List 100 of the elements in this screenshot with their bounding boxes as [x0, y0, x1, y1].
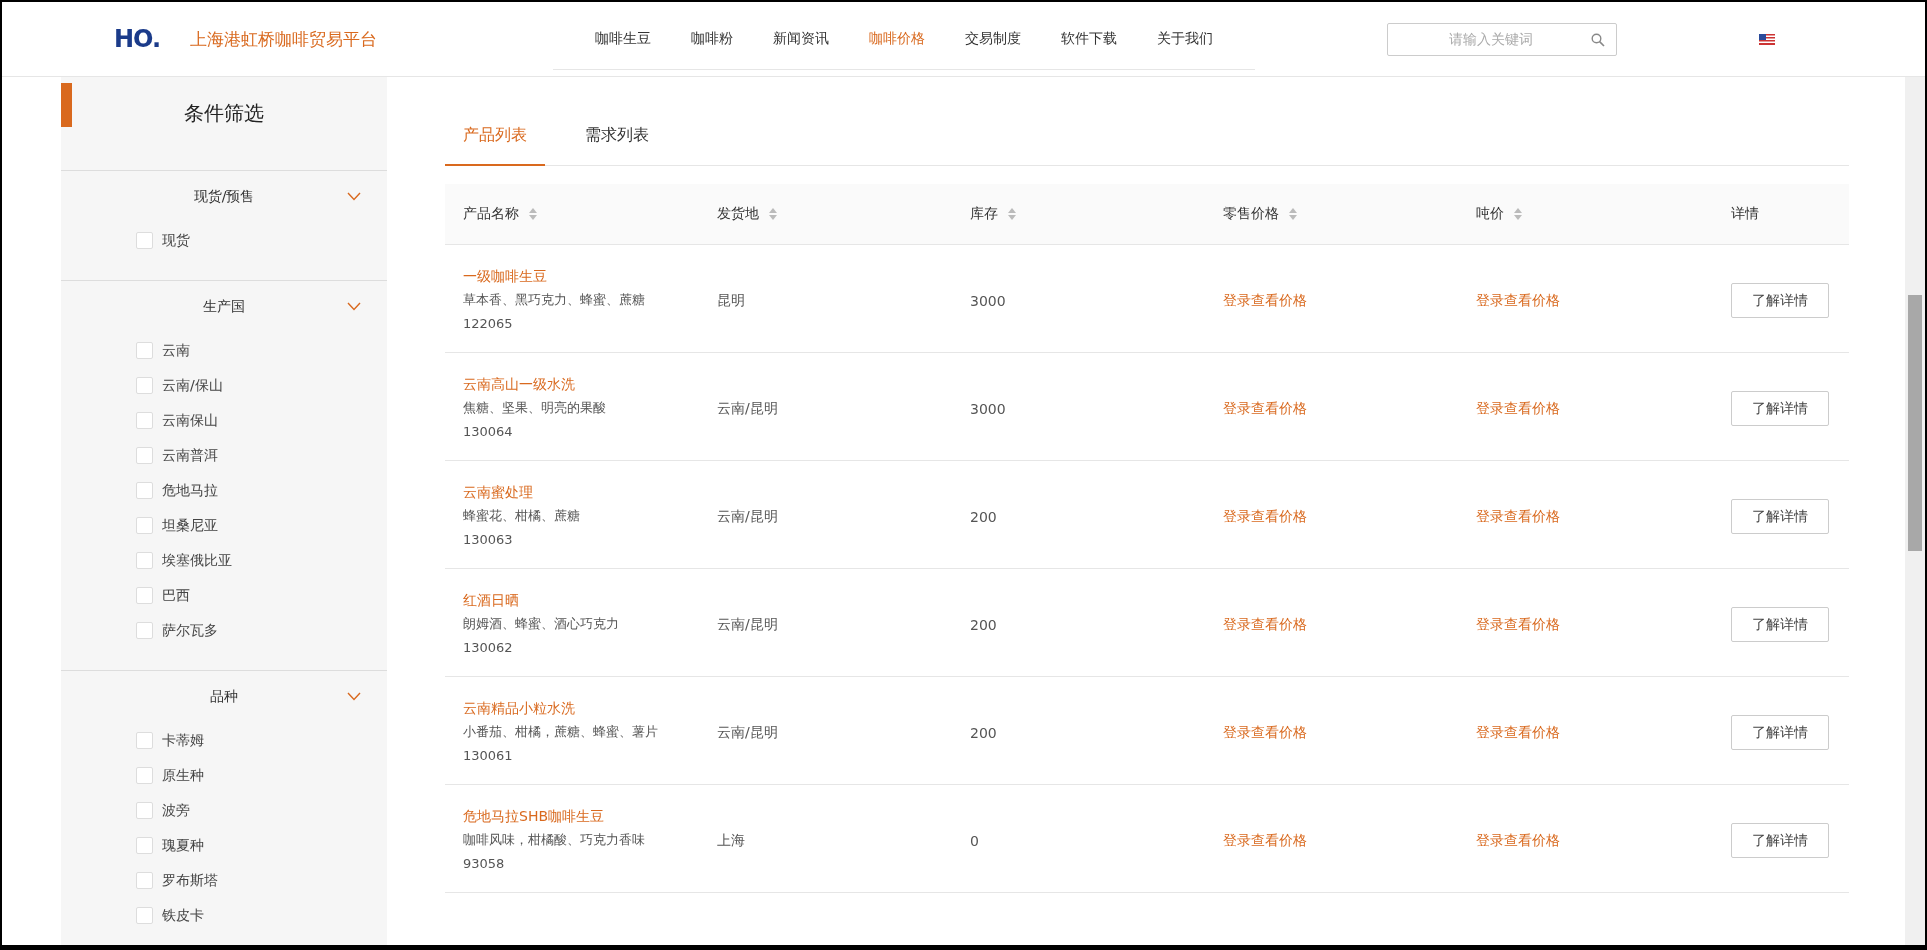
checkbox-label[interactable]: 危地马拉 — [162, 481, 218, 500]
login-price-link[interactable]: 登录查看价格 — [1223, 615, 1307, 632]
checkbox-label[interactable]: 罗布斯塔 — [162, 871, 218, 890]
login-price-link[interactable]: 登录查看价格 — [1476, 615, 1560, 632]
details-button[interactable]: 了解详情 — [1731, 283, 1829, 318]
site-logo[interactable]: HO. — [114, 25, 161, 53]
product-code: 93058 — [463, 854, 506, 873]
scrollbar[interactable] — [1905, 77, 1925, 945]
login-price-link[interactable]: 登录查看价格 — [1223, 723, 1307, 740]
login-price-link[interactable]: 登录查看价格 — [1476, 399, 1560, 416]
product-code: 122065 — [463, 314, 514, 333]
column-header[interactable]: 库存 — [970, 205, 998, 223]
flavor-text: 朗姆酒、蜂蜜、酒心巧克力 — [463, 615, 620, 634]
login-price-link[interactable]: 登录查看价格 — [1476, 723, 1560, 740]
checkbox[interactable] — [136, 802, 153, 819]
sort-icon[interactable] — [769, 208, 777, 220]
login-price-link[interactable]: 登录查看价格 — [1476, 831, 1560, 848]
checkbox-label[interactable]: 巴西 — [162, 586, 190, 605]
nav-link[interactable]: 咖啡粉 — [671, 29, 753, 48]
checkbox[interactable] — [136, 767, 153, 784]
product-name-link[interactable]: 云南精品小粒水洗 — [463, 700, 687, 719]
nav-link[interactable]: 新闻资讯 — [753, 29, 849, 48]
login-price-link[interactable]: 登录查看价格 — [1476, 291, 1560, 308]
details-button[interactable]: 了解详情 — [1731, 715, 1829, 750]
login-price-link[interactable]: 登录查看价格 — [1223, 507, 1307, 524]
checkbox[interactable] — [136, 552, 153, 569]
checkbox-label[interactable]: 瑰夏种 — [162, 836, 204, 855]
search-field[interactable]: 请输入关键词 — [1387, 22, 1617, 56]
checkbox-label[interactable]: 现货 — [162, 231, 190, 250]
checkbox[interactable] — [136, 482, 153, 499]
checkbox[interactable] — [136, 837, 153, 854]
checkbox-label[interactable]: 云南/保山 — [162, 376, 223, 395]
site-name[interactable]: 上海港虹桥咖啡贸易平台 — [190, 27, 378, 51]
checkbox[interactable] — [136, 447, 153, 464]
checkbox-label[interactable]: 埃塞俄比亚 — [162, 551, 232, 570]
sort-icon[interactable] — [1289, 208, 1297, 220]
checkbox-label[interactable]: 云南 — [162, 341, 190, 360]
origin-cell: 云南/昆明 — [717, 399, 778, 416]
stock-cell: 3000 — [970, 400, 1006, 417]
checkbox-label[interactable]: 萨尔瓦多 — [162, 621, 218, 640]
checkbox[interactable] — [136, 517, 153, 534]
product-code: 130061 — [463, 746, 514, 765]
checkbox[interactable] — [136, 622, 153, 639]
column-header[interactable]: 发货地 — [717, 205, 759, 223]
scrollbar-thumb[interactable] — [1908, 295, 1922, 551]
column-header[interactable]: 零售价格 — [1223, 205, 1279, 223]
login-price-link[interactable]: 登录查看价格 — [1223, 399, 1307, 416]
login-price-link[interactable]: 登录查看价格 — [1223, 291, 1307, 308]
origin-cell: 上海 — [717, 831, 745, 848]
login-price-link[interactable]: 登录查看价格 — [1476, 507, 1560, 524]
chevron-icon[interactable] — [347, 192, 361, 201]
chevron-icon[interactable] — [347, 302, 361, 311]
details-button[interactable]: 了解详情 — [1731, 499, 1829, 534]
tab[interactable]: 产品列表 — [445, 125, 545, 166]
nav-link[interactable]: 咖啡生豆 — [575, 29, 671, 48]
checkbox[interactable] — [136, 907, 153, 924]
checkbox[interactable] — [136, 587, 153, 604]
nav-link[interactable]: 交易制度 — [945, 29, 1041, 48]
checkbox-label[interactable]: 铁皮卡 — [162, 906, 204, 925]
column-header[interactable]: 详情 — [1731, 205, 1759, 223]
nav-link[interactable]: 咖啡价格 — [849, 29, 945, 48]
checkbox-label[interactable]: 坦桑尼亚 — [162, 516, 218, 535]
checkbox[interactable] — [136, 232, 153, 249]
product-name-link[interactable]: 红酒日晒 — [463, 592, 687, 611]
product-name-link[interactable]: 一级咖啡生豆 — [463, 268, 687, 287]
checkbox-label[interactable]: 原生种 — [162, 766, 204, 785]
checkbox[interactable] — [136, 732, 153, 749]
product-code: 130064 — [463, 422, 514, 441]
filter-group-title[interactable]: 现货/预售 — [193, 188, 255, 206]
nav-link[interactable]: 软件下载 — [1041, 29, 1137, 48]
details-button[interactable]: 了解详情 — [1731, 823, 1829, 858]
search-icon[interactable] — [1591, 32, 1605, 47]
sort-icon[interactable] — [1008, 208, 1016, 220]
checkbox[interactable] — [136, 342, 153, 359]
tab[interactable]: 需求列表 — [567, 125, 667, 166]
checkbox[interactable] — [136, 377, 153, 394]
details-button[interactable]: 了解详情 — [1731, 607, 1829, 642]
sort-icon[interactable] — [1514, 208, 1522, 220]
checkbox[interactable] — [136, 872, 153, 889]
flag-icon[interactable] — [1759, 33, 1775, 45]
product-name-link[interactable]: 危地马拉SHB咖啡生豆 — [463, 808, 687, 827]
checkbox-label[interactable]: 云南保山 — [162, 411, 218, 430]
filter-group-title[interactable]: 生产国 — [203, 298, 245, 316]
column-header[interactable]: 产品名称 — [463, 205, 519, 223]
checkbox-label[interactable]: 卡蒂姆 — [162, 731, 204, 750]
sort-icon[interactable] — [529, 208, 537, 220]
checkbox[interactable] — [136, 412, 153, 429]
checkbox-label[interactable]: 波旁 — [162, 801, 190, 820]
nav-link[interactable]: 关于我们 — [1137, 29, 1233, 48]
login-price-link[interactable]: 登录查看价格 — [1223, 831, 1307, 848]
stock-cell: 3000 — [970, 292, 1006, 309]
column-header[interactable]: 吨价 — [1476, 205, 1504, 223]
filter-group-title[interactable]: 品种 — [210, 688, 238, 706]
product-name-link[interactable]: 云南高山一级水洗 — [463, 376, 687, 395]
chevron-icon[interactable] — [347, 692, 361, 701]
details-button[interactable]: 了解详情 — [1731, 391, 1829, 426]
origin-cell: 昆明 — [717, 291, 745, 308]
checkbox-label[interactable]: 云南普洱 — [162, 446, 218, 465]
accent-bar — [61, 83, 72, 127]
product-name-link[interactable]: 云南蜜处理 — [463, 484, 687, 503]
